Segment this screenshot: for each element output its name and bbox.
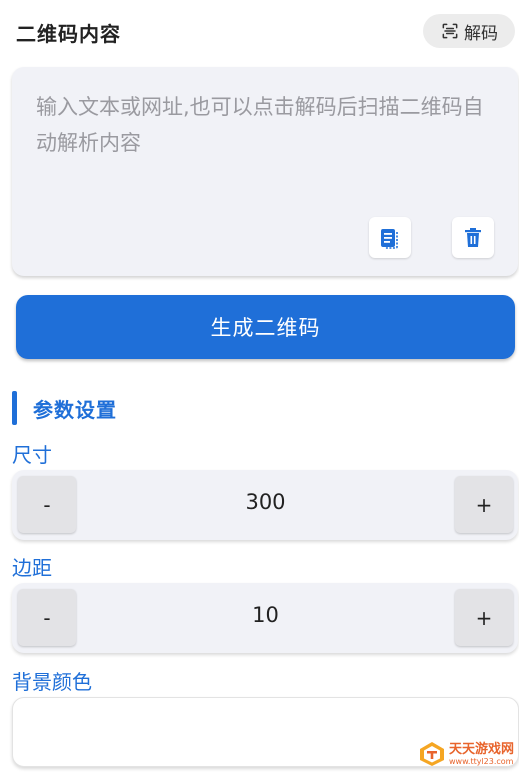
watermark-main: 天天游戏网	[449, 741, 515, 757]
site-logo-icon	[420, 742, 444, 766]
size-value[interactable]: 300	[82, 470, 449, 533]
decode-label: 解码	[464, 23, 498, 44]
margin-decrease-button[interactable]: -	[18, 589, 76, 646]
content-card	[12, 67, 518, 276]
page-title: 二维码内容	[16, 22, 121, 46]
watermark: 天天游戏网 www.ttyl23.com	[418, 736, 516, 772]
params-section-title: 参数设置	[12, 391, 117, 425]
watermark-sub: www.ttyl23.com	[449, 756, 514, 766]
section-title-text: 参数设置	[33, 397, 117, 422]
content-input[interactable]	[12, 67, 518, 217]
section-accent-bar	[12, 391, 17, 425]
size-increase-button[interactable]: +	[455, 476, 513, 533]
size-stepper: - 300 +	[12, 470, 518, 540]
size-label: 尺寸	[12, 443, 52, 467]
background-color-label: 背景颜色	[12, 670, 92, 694]
header: 二维码内容 解码	[0, 0, 519, 62]
size-decrease-button[interactable]: -	[18, 476, 76, 533]
margin-stepper: - 10 +	[12, 583, 518, 653]
scan-icon	[442, 23, 458, 39]
paste-icon	[381, 228, 398, 249]
paste-button[interactable]	[369, 217, 411, 258]
trash-icon	[465, 227, 481, 247]
generate-button[interactable]: 生成二维码	[16, 295, 515, 359]
margin-value[interactable]: 10	[82, 583, 449, 646]
margin-label: 边距	[12, 556, 52, 580]
margin-increase-button[interactable]: +	[455, 589, 513, 646]
clear-button[interactable]	[452, 217, 494, 258]
watermark-text: 天天游戏网 www.ttyl23.com	[449, 743, 514, 766]
decode-button[interactable]: 解码	[423, 14, 515, 48]
